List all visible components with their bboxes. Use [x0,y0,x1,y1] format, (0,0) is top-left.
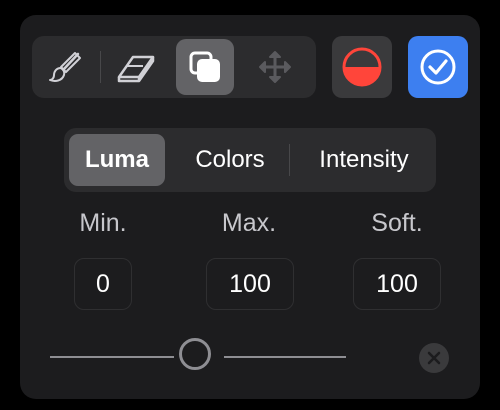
max-value-field[interactable]: 100 [206,258,294,310]
soft-value-field[interactable]: 100 [353,258,441,310]
min-value-field[interactable]: 0 [74,258,132,310]
brush-icon [49,52,81,82]
tool-separator [100,51,101,83]
segment-colors[interactable]: Colors [174,134,286,186]
segment-luma[interactable]: Luma [69,134,165,186]
move-icon [259,51,291,83]
clone-icon [189,51,220,82]
clone-tool-button[interactable] [176,39,234,95]
slider-track-right[interactable] [224,356,346,358]
move-tool-button[interactable] [246,39,304,95]
slider-track-left[interactable] [50,356,174,358]
mask-mode-button[interactable] [332,36,392,98]
min-label: Min. [79,209,127,237]
clear-button[interactable] [419,343,449,373]
eraser-icon [117,55,155,83]
brush-tool-button[interactable] [36,39,94,95]
max-label: Max. [221,209,277,237]
slider-knob[interactable] [179,338,211,370]
checkmark-icon [420,49,456,85]
apply-button[interactable] [408,36,468,98]
tool-group [32,36,316,98]
mask-type-segmented-control: Luma Colors Intensity [64,128,436,192]
segment-intensity[interactable]: Intensity [294,134,434,186]
mask-tool-panel: Luma Colors Intensity Min. Max. Soft. 0 … [20,15,480,399]
close-icon [427,351,441,365]
segment-separator [289,144,290,176]
eraser-tool-button[interactable] [106,39,164,95]
mask-icon [342,47,382,87]
soft-label: Soft. [371,209,423,237]
